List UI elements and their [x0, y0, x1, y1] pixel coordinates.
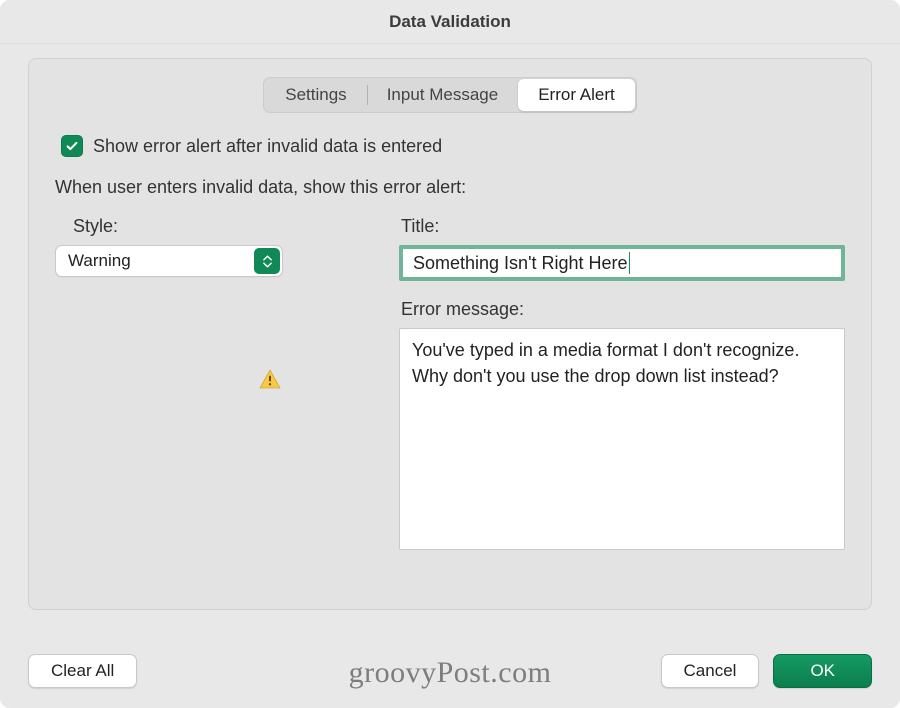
- tab-error-alert[interactable]: Error Alert: [518, 79, 635, 111]
- checkmark-icon: [65, 139, 79, 153]
- content-panel: Settings Input Message Error Alert Show …: [28, 58, 872, 610]
- dialog-window: Data Validation Settings Input Message E…: [0, 0, 900, 708]
- error-message-textarea[interactable]: You've typed in a media format I don't r…: [399, 328, 845, 550]
- dialog-title: Data Validation: [389, 12, 511, 32]
- error-message-label: Error message:: [401, 299, 845, 320]
- ok-button[interactable]: OK: [773, 654, 872, 688]
- clear-all-button[interactable]: Clear All: [28, 654, 137, 688]
- title-input-value: Something Isn't Right Here: [413, 253, 628, 274]
- title-message-column: Title: Something Isn't Right Here Error …: [399, 216, 845, 550]
- style-label: Style:: [73, 216, 365, 237]
- tab-settings[interactable]: Settings: [265, 79, 366, 111]
- style-select-wrap: Warning: [55, 245, 283, 277]
- error-message-value: You've typed in a media format I don't r…: [412, 340, 799, 386]
- style-select[interactable]: Warning: [55, 245, 283, 277]
- dialog-button-bar: Clear All Cancel OK: [28, 654, 872, 688]
- style-select-value: Warning: [68, 251, 131, 271]
- cancel-button[interactable]: Cancel: [661, 654, 760, 688]
- chevron-down-icon: [263, 262, 272, 268]
- right-button-group: Cancel OK: [661, 654, 872, 688]
- warning-icon: [259, 369, 281, 394]
- form-columns: Style: Warning Title: Something Isn't Ri…: [55, 216, 845, 550]
- tab-bar: Settings Input Message Error Alert: [55, 77, 845, 113]
- text-cursor: [629, 252, 630, 274]
- show-error-alert-label: Show error alert after invalid data is e…: [93, 136, 442, 157]
- titlebar: Data Validation: [0, 0, 900, 44]
- tab-input-message[interactable]: Input Message: [367, 79, 519, 111]
- chevron-up-icon: [263, 255, 272, 261]
- title-label: Title:: [401, 216, 845, 237]
- select-stepper-icon[interactable]: [254, 248, 280, 274]
- show-error-alert-checkbox[interactable]: [61, 135, 83, 157]
- tabs-group: Settings Input Message Error Alert: [263, 77, 636, 113]
- style-column: Style: Warning: [55, 216, 365, 550]
- show-error-alert-row: Show error alert after invalid data is e…: [61, 135, 845, 157]
- instruction-text: When user enters invalid data, show this…: [55, 177, 845, 198]
- title-input[interactable]: Something Isn't Right Here: [399, 245, 845, 281]
